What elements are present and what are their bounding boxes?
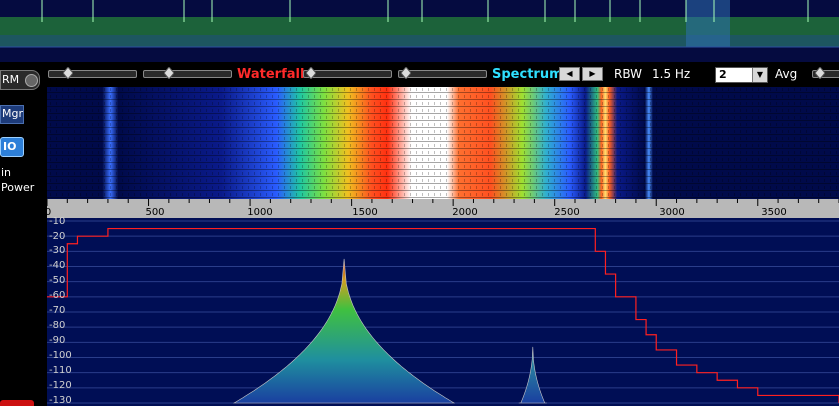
spectrum-plot — [47, 220, 839, 404]
frequency-scale[interactable]: 0 500 1000 1500 2000 2500 3000 3500 — [47, 199, 839, 218]
waterfall-image — [47, 87, 839, 199]
y-tick-label: -110 — [49, 365, 72, 376]
top-panadapter[interactable] — [0, 0, 839, 62]
rm-button[interactable]: RM — [0, 70, 40, 90]
slider-thumb-icon[interactable] — [815, 67, 825, 79]
y-tick-label: -60 — [49, 290, 66, 301]
alert-indicator — [0, 400, 34, 406]
rbw-decrease-button[interactable]: ◀ — [559, 67, 580, 81]
rbw-increase-button[interactable]: ▶ — [582, 67, 603, 81]
freq-tick-label: 1000 — [247, 207, 273, 218]
main-signal-peak — [233, 258, 456, 404]
y-tick-label: -70 — [49, 305, 66, 316]
spectrum-display[interactable] — [47, 218, 839, 406]
panadapter-trace — [0, 0, 839, 62]
in-label: in — [1, 166, 12, 179]
waterfall-level-slider[interactable] — [48, 67, 137, 79]
power-label: Power — [1, 181, 35, 194]
y-tick-label: -90 — [49, 335, 66, 346]
frequency-ticks — [47, 199, 839, 218]
filter-response-trace — [47, 227, 839, 403]
freq-tick-label: 1500 — [352, 207, 378, 218]
mgr-button-label: Mgr — [2, 107, 23, 120]
spectrum-label: Spectrum — [492, 67, 563, 82]
slider-thumb-icon[interactable] — [164, 67, 174, 79]
rbw-value: 1.5 Hz — [652, 67, 691, 81]
chevron-down-icon[interactable]: ▼ — [752, 68, 767, 82]
freq-tick-label: 3500 — [761, 207, 787, 218]
arrow-right-icon: ▶ — [589, 69, 596, 78]
avg-select[interactable]: 2 ▼ — [715, 67, 768, 83]
freq-tick-label: 2000 — [452, 207, 478, 218]
avg-label: Avg — [775, 67, 798, 81]
rm-button-label: RM — [2, 73, 20, 86]
y-tick-label: -130 — [49, 395, 72, 406]
spectrum-range-slider[interactable] — [398, 67, 487, 79]
secondary-signal-peak — [518, 346, 547, 404]
freq-tick-label: 500 — [145, 207, 165, 218]
left-control-panel: RM Mgr IO in Power — [0, 62, 46, 406]
slider-thumb-icon[interactable] — [401, 67, 411, 79]
arrow-left-icon: ◀ — [566, 69, 573, 78]
io-button[interactable]: IO — [0, 137, 24, 157]
waterfall-label: Waterfall — [237, 67, 305, 82]
waterfall-display[interactable] — [47, 87, 839, 199]
mgr-button[interactable]: Mgr — [0, 105, 24, 124]
right-edge-slider[interactable] — [812, 67, 839, 79]
y-tick-label: -40 — [49, 260, 66, 271]
y-tick-label: -100 — [49, 350, 72, 361]
y-tick-label: -50 — [49, 275, 66, 286]
spectrum-y-axis: -10 -20 -30 -40 -50 -60 -70 -80 -90 -100… — [47, 216, 77, 406]
spectrum-level-slider[interactable] — [303, 67, 392, 79]
rbw-label: RBW — [614, 67, 643, 81]
y-tick-label: -30 — [49, 245, 66, 256]
io-button-label: IO — [3, 140, 17, 153]
y-tick-label: -80 — [49, 320, 66, 331]
avg-value: 2 — [719, 68, 727, 81]
knob-icon — [25, 74, 38, 87]
waterfall-range-slider[interactable] — [143, 67, 232, 79]
freq-tick-label: 3000 — [659, 207, 685, 218]
slider-thumb-icon[interactable] — [63, 67, 73, 79]
y-tick-label: -10 — [49, 216, 66, 227]
freq-tick-label: 2500 — [554, 207, 580, 218]
y-tick-label: -120 — [49, 380, 72, 391]
y-tick-label: -20 — [49, 231, 66, 242]
slider-thumb-icon[interactable] — [306, 67, 316, 79]
